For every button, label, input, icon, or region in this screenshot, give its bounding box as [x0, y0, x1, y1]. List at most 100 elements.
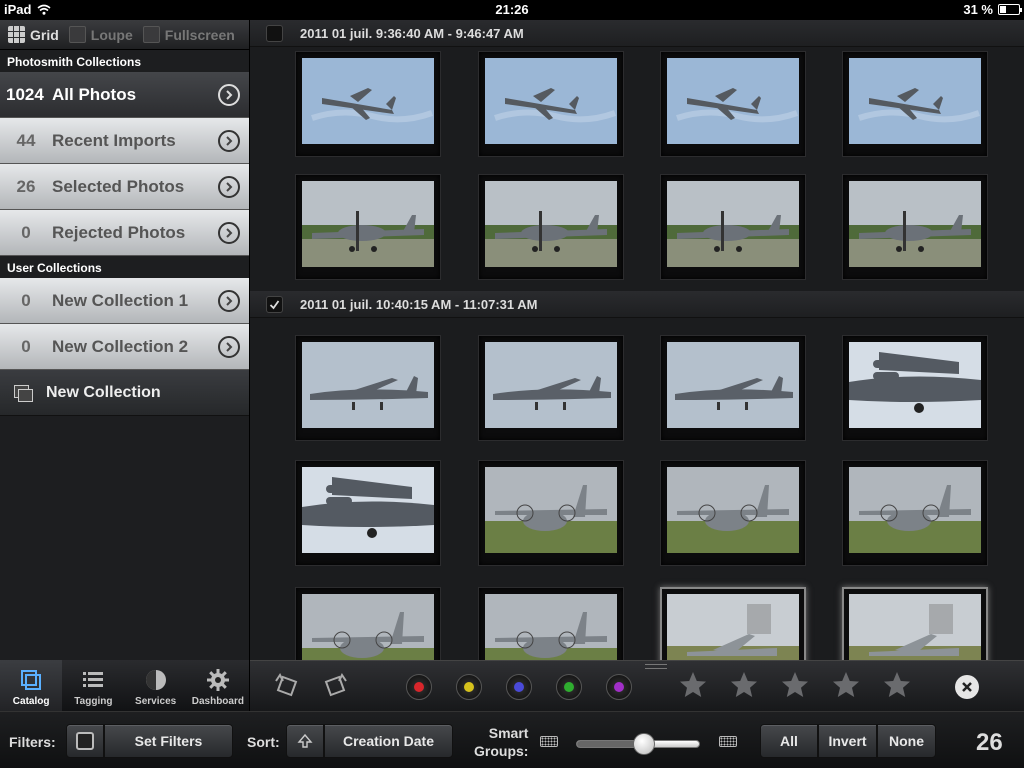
gear-icon [206, 669, 229, 691]
aircraft-photo [302, 594, 434, 660]
aircraft-photo [849, 594, 981, 660]
photo-thumbnail[interactable] [842, 587, 988, 660]
photo-thumbnail[interactable] [295, 587, 441, 660]
sort-field-button[interactable]: Creation Date [324, 724, 453, 758]
photo-grid: 2011 01 juil. 9:36:40 AM - 9:46:47 AM 20… [250, 20, 1024, 660]
rotate-right-button[interactable] [318, 669, 352, 703]
photo-thumbnail[interactable] [660, 335, 806, 441]
rating-star-1[interactable] [678, 670, 708, 700]
set-filters-button[interactable]: Set Filters [104, 724, 233, 758]
view-mode-loupe[interactable]: Loupe [68, 26, 133, 43]
group-select-checkbox[interactable] [266, 24, 283, 42]
chevron-right-icon[interactable] [218, 176, 240, 198]
fullscreen-icon [142, 26, 160, 43]
star-icon [833, 672, 859, 697]
checkbox-icon [76, 732, 94, 750]
collection-new-collection-1[interactable]: 0 New Collection 1 [0, 278, 249, 324]
photo-thumbnail[interactable] [478, 460, 624, 566]
battery-icon [998, 4, 1022, 15]
photo-thumbnail[interactable] [295, 51, 441, 157]
tab-catalog[interactable]: Catalog [0, 660, 63, 711]
color-label-green[interactable] [556, 674, 582, 700]
select-all-button[interactable]: All [760, 724, 818, 758]
collection-count: 0 [21, 290, 31, 310]
photo-thumbnail[interactable] [478, 174, 624, 280]
photo-thumbnail[interactable] [842, 51, 988, 157]
clear-rating-button[interactable] [955, 675, 979, 699]
filter-toggle-button[interactable] [66, 724, 104, 758]
select-invert-button[interactable]: Invert [818, 724, 877, 758]
photo-thumbnail[interactable] [660, 587, 806, 660]
view-mode-fullscreen[interactable]: Fullscreen [142, 26, 235, 43]
chevron-right-icon[interactable] [218, 222, 240, 244]
rating-star-5[interactable] [882, 670, 912, 700]
color-label-yellow[interactable] [456, 674, 482, 700]
photo-thumbnail[interactable] [842, 174, 988, 280]
catalog-icon [21, 670, 42, 690]
photo-thumbnail[interactable] [660, 174, 806, 280]
grid-icon [8, 26, 25, 43]
group-header-2: 2011 01 juil. 10:40:15 AM - 11:07:31 AM [250, 291, 1024, 318]
aircraft-photo [667, 58, 799, 144]
select-none-button[interactable]: None [877, 724, 936, 758]
view-mode-grid[interactable]: Grid [8, 26, 59, 43]
group-title: 2011 01 juil. 9:36:40 AM - 9:46:47 AM [300, 25, 524, 41]
tab-tagging[interactable]: Tagging [62, 660, 124, 711]
collection-label: New Collection 1 [52, 290, 189, 310]
slider-knob[interactable] [633, 733, 656, 755]
smart-groups-slider[interactable] [576, 733, 700, 755]
star-icon [680, 672, 706, 697]
group-select-checkbox[interactable] [266, 295, 283, 313]
photo-thumbnail[interactable] [478, 587, 624, 660]
collection-rejected-photos[interactable]: 0 Rejected Photos [0, 210, 249, 256]
rating-star-3[interactable] [780, 670, 810, 700]
tagging-list-icon [83, 672, 104, 687]
filter-bar: Filters: Set Filters Sort: Creation Date… [0, 711, 1024, 768]
rating-star-4[interactable] [831, 670, 861, 700]
collection-all-photos[interactable]: 1024 All Photos [0, 72, 249, 118]
rotate-right-icon [324, 673, 347, 697]
photo-thumbnail[interactable] [478, 51, 624, 157]
rotate-left-button[interactable] [270, 669, 304, 703]
view-mode-bar: Grid Loupe Fullscreen [0, 20, 249, 50]
star-icon [884, 672, 910, 697]
collection-new-collection-2[interactable]: 0 New Collection 2 [0, 324, 249, 370]
photo-thumbnail[interactable] [660, 51, 806, 157]
chevron-right-icon[interactable] [218, 84, 240, 106]
large-grid-icon [719, 736, 737, 747]
close-icon [962, 682, 972, 692]
aircraft-photo [485, 594, 617, 660]
color-label-red[interactable] [406, 674, 432, 700]
photo-thumbnail[interactable] [660, 460, 806, 566]
aircraft-photo [849, 342, 981, 428]
collection-label: New Collection 2 [52, 336, 189, 356]
rotate-left-icon [275, 673, 298, 697]
small-grid-icon [540, 736, 558, 747]
chevron-right-icon[interactable] [218, 290, 240, 312]
tab-services[interactable]: Services [125, 660, 187, 711]
color-label-blue[interactable] [506, 674, 532, 700]
sort-direction-button[interactable] [286, 724, 324, 758]
aircraft-photo [302, 467, 434, 553]
photo-toolbar [250, 660, 1024, 711]
loupe-icon [68, 26, 86, 43]
photo-thumbnail[interactable] [842, 335, 988, 441]
rating-star-2[interactable] [729, 670, 759, 700]
chevron-right-icon[interactable] [218, 130, 240, 152]
photo-thumbnail[interactable] [842, 460, 988, 566]
drag-handle[interactable] [645, 664, 667, 669]
photo-thumbnail[interactable] [295, 174, 441, 280]
color-label-purple[interactable] [606, 674, 632, 700]
new-collection-button[interactable]: New Collection [0, 370, 249, 416]
collection-recent-imports[interactable]: 44 Recent Imports [0, 118, 249, 164]
photo-thumbnail[interactable] [295, 335, 441, 441]
collection-count: 26 [16, 176, 36, 196]
aircraft-photo [302, 342, 434, 428]
tab-dashboard[interactable]: Dashboard [187, 660, 249, 711]
collection-selected-photos[interactable]: 26 Selected Photos [0, 164, 249, 210]
chevron-right-icon[interactable] [218, 336, 240, 358]
photo-thumbnail[interactable] [478, 335, 624, 441]
battery-percent: 31 % [963, 2, 993, 17]
photo-thumbnail[interactable] [295, 460, 441, 566]
arrow-up-icon [297, 733, 313, 748]
